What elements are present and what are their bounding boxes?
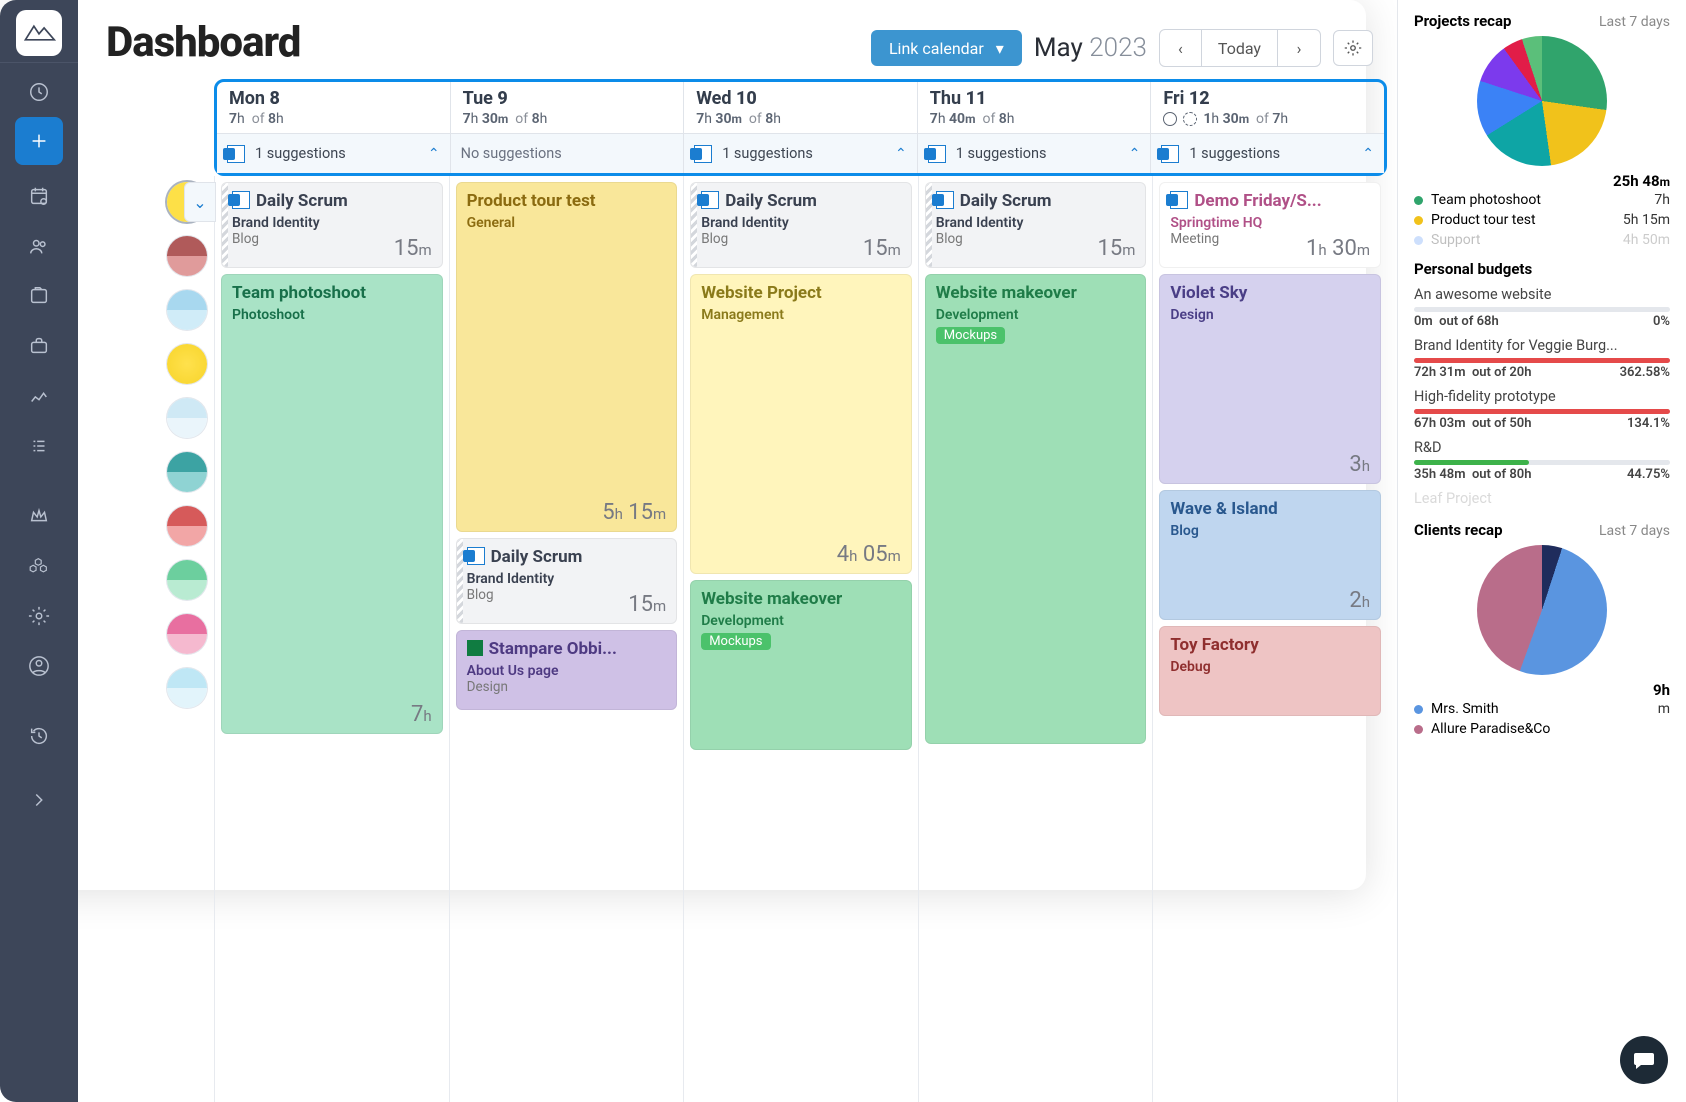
settings-icon[interactable] [14,591,64,641]
clock-icon[interactable] [14,67,64,117]
avatar[interactable] [167,614,207,654]
chevron-down-icon: ▾ [996,39,1004,58]
day-header[interactable]: Mon 8 7h of 8h [217,82,450,133]
suggestions-row[interactable]: No suggestions [450,133,684,173]
team-icon[interactable] [14,221,64,271]
avatar[interactable] [167,290,207,330]
archive-icon[interactable] [14,271,64,321]
legend-item[interactable]: Team photoshoot7h [1414,190,1670,210]
time-entry-card[interactable]: Daily Scrum Brand Identity Blog 15m [456,538,678,624]
clients-pie [1477,545,1607,675]
projects-pie [1477,36,1607,166]
time-entry-card[interactable]: Demo Friday/S... Springtime HQ Meeting 1… [1159,182,1381,268]
add-button[interactable] [15,117,63,165]
clients-total: 9h [1414,681,1670,699]
outlook-icon [1161,145,1179,163]
time-entry-card[interactable]: Wave & Island Blog 2h [1159,490,1381,620]
time-entry-card[interactable]: Website Project Management 4h 05m [690,274,912,574]
chevron-up-icon: ⌃ [428,146,440,162]
time-entry-card[interactable]: Stampare Obbi... About Us page Design [456,630,678,710]
outlook-icon [1170,191,1188,209]
projects-recap-range[interactable]: Last 7 days [1599,14,1670,30]
budget-item[interactable]: R&D 35h 48m out of 80h44.75% [1414,439,1670,482]
time-entry-card[interactable]: Daily Scrum Brand Identity Blog 15m [925,182,1147,268]
legend-item[interactable]: Support4h 50m [1414,230,1670,250]
suggestions-row[interactable]: 1 suggestions ⌃ [217,133,450,173]
time-entry-card[interactable]: Violet Sky Design 3h [1159,274,1381,484]
link-calendar-button[interactable]: Link calendar ▾ [871,30,1022,66]
today-button[interactable]: Today [1202,30,1278,66]
avatar[interactable] [167,506,207,546]
briefcase-icon[interactable] [14,321,64,371]
history-icon[interactable] [14,711,64,761]
outlook-icon [232,191,250,209]
list-icon[interactable] [14,421,64,471]
user-icon[interactable] [14,641,64,691]
outlook-icon [227,145,245,163]
day-header[interactable]: Wed 10 7h 30m of 8h [683,82,917,133]
right-panel: Projects recap Last 7 days 25h 48m Team … [1398,0,1686,1102]
app-logo[interactable] [16,10,62,56]
suggestions-row[interactable]: 1 suggestions ⌃ [683,133,917,173]
outlook-icon [694,145,712,163]
crown-icon[interactable] [14,491,64,541]
expand-suggestions-button[interactable]: ⌄ [184,182,216,222]
time-entry-card[interactable]: Website makeover Development Mockups [925,274,1147,744]
projects-recap-title: Projects recap [1414,12,1511,30]
outlook-icon [467,547,485,565]
legend-item[interactable]: Product tour test5h 15m [1414,210,1670,230]
avatar[interactable] [167,398,207,438]
time-entry-card[interactable]: Team photoshoot Photoshoot 7h [221,274,443,734]
chevron-up-icon: ⌃ [895,146,907,162]
projects-total: 25h 48m [1414,172,1670,190]
calendar-icon[interactable] [14,171,64,221]
avatar[interactable] [167,236,207,276]
prev-button[interactable]: ‹ [1160,30,1202,66]
calendar-area: Dashboard Link calendar ▾ May 2023 ‹ Tod… [78,0,1398,1102]
day-header[interactable]: Tue 9 7h 30m of 8h [450,82,684,133]
outlook-icon [936,191,954,209]
next-button[interactable]: › [1278,30,1320,66]
view-settings-button[interactable] [1333,30,1373,66]
legend-item[interactable]: Allure Paradise&Co [1414,719,1670,739]
avatar[interactable] [167,668,207,708]
date-nav: ‹ Today › [1159,29,1321,67]
collapse-icon[interactable] [14,775,64,825]
time-entry-card[interactable]: Daily Scrum Brand Identity Blog 15m [221,182,443,268]
budgets-title: Personal budgets [1414,260,1532,278]
day-header[interactable]: Fri 12 1h 30m of 7h [1150,82,1384,133]
legend-item[interactable]: Mrs. Smithm [1414,699,1670,719]
chevron-up-icon: ⌃ [1129,146,1141,162]
chevron-up-icon: ⌃ [1362,146,1374,162]
outlook-icon [701,191,719,209]
outlook-icon [928,145,946,163]
page-title: Dashboard [106,18,300,67]
avatar[interactable] [167,452,207,492]
day-header[interactable]: Thu 11 7h 40m of 8h [917,82,1151,133]
budget-item[interactable]: An awesome website 0m out of 68h0% [1414,286,1670,329]
current-month: May 2023 [1034,33,1147,63]
clients-recap-title: Clients recap [1414,521,1503,539]
left-sidebar [0,0,78,1102]
avatar[interactable] [167,560,207,600]
budget-item[interactable]: Brand Identity for Veggie Burg... 72h 31… [1414,337,1670,380]
chart-icon[interactable] [14,371,64,421]
user-avatars [160,176,214,1102]
clients-recap-range[interactable]: Last 7 days [1599,523,1670,539]
week-header: Mon 8 7h of 8h Tue 9 7h 30m of 8h Wed 10… [214,79,1387,176]
suggestions-row[interactable]: 1 suggestions ⌃ [917,133,1151,173]
time-entry-card[interactable]: Toy Factory Debug [1159,626,1381,716]
planner-icon [467,640,483,656]
time-entry-card[interactable]: Daily Scrum Brand Identity Blog 15m [690,182,912,268]
time-entry-card[interactable]: Product tour test General 5h 15m [456,182,678,532]
budget-item[interactable]: High-fidelity prototype 67h 03m out of 5… [1414,388,1670,431]
apps-icon[interactable] [14,541,64,591]
time-entry-card[interactable]: Website makeover Development Mockups [690,580,912,750]
avatar[interactable] [167,344,207,384]
suggestions-row[interactable]: 1 suggestions ⌃ [1150,133,1384,173]
chat-button[interactable] [1620,1036,1668,1084]
